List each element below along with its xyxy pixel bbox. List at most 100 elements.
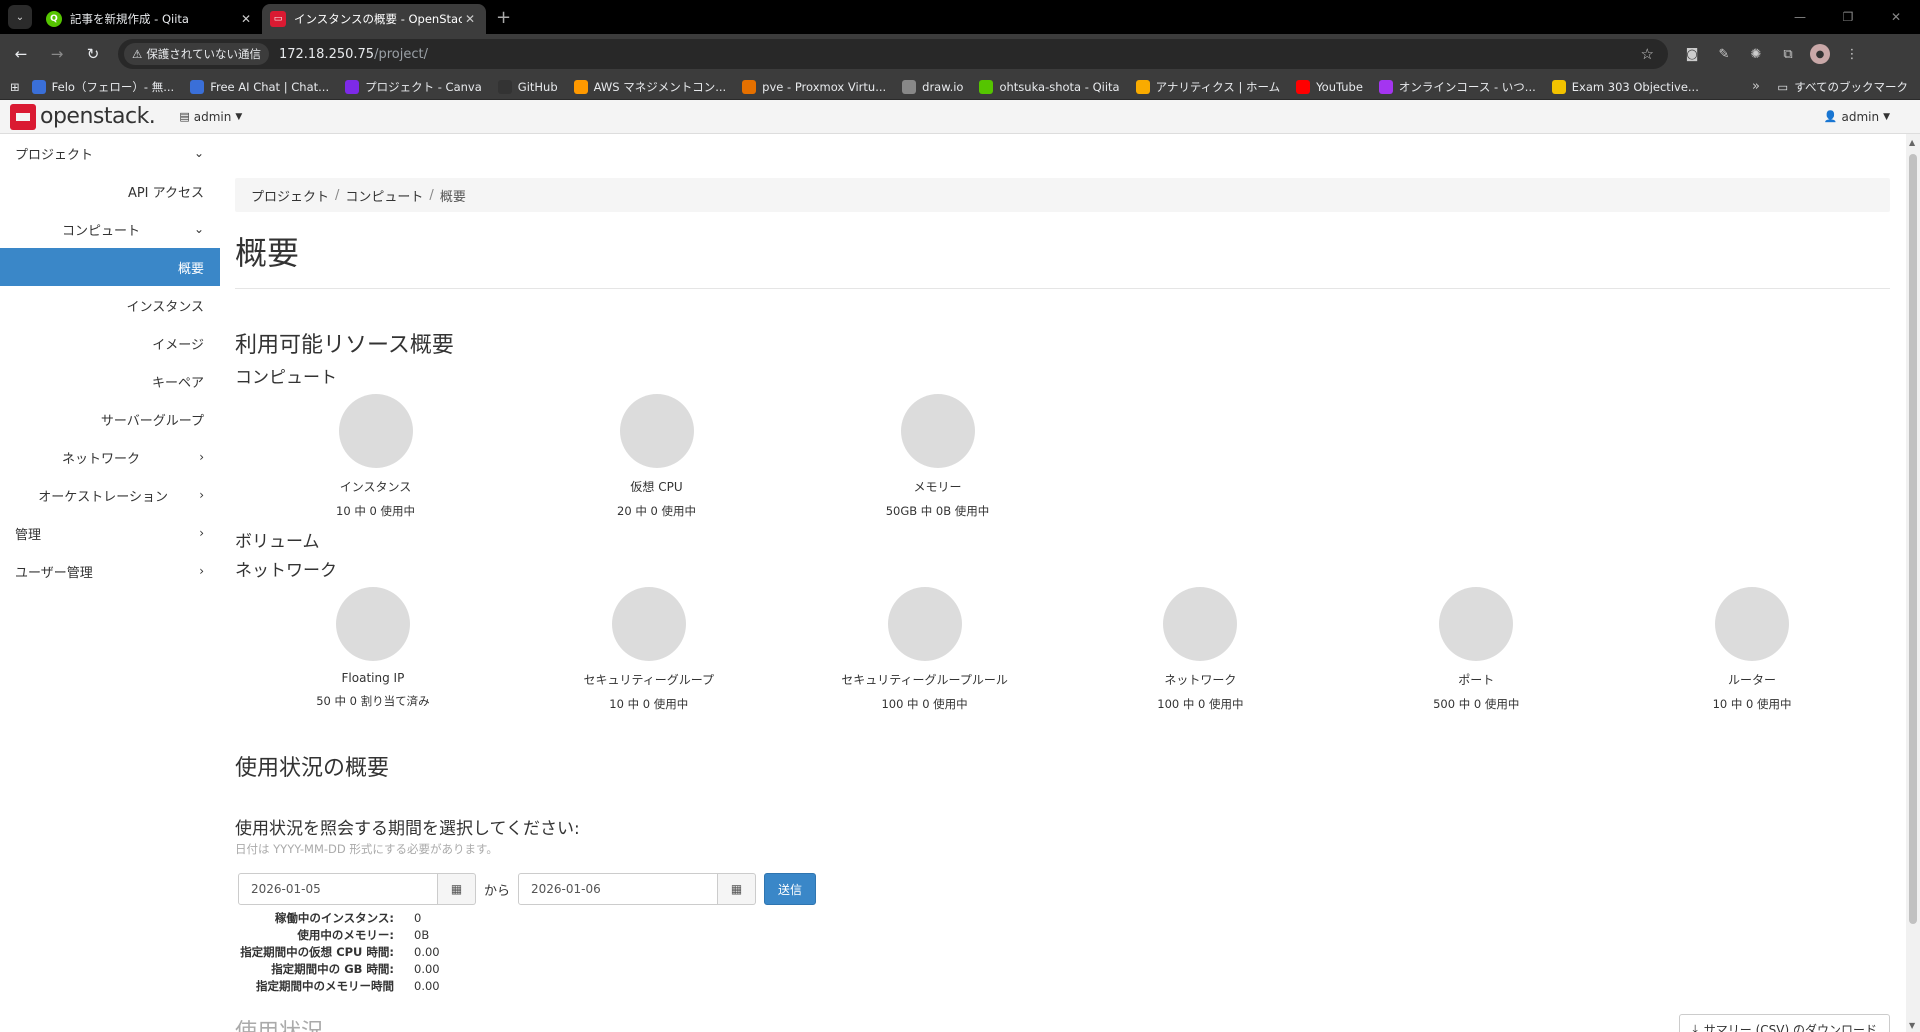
sidebar-item-label: プロジェクト	[15, 147, 94, 163]
openstack-logo[interactable]: openstack.	[10, 103, 156, 130]
sidebar-item-network[interactable]: ネットワーク ›	[0, 438, 220, 476]
bookmark-favicon-icon	[902, 79, 917, 94]
bookmark-label: プロジェクト - Canva	[365, 79, 482, 94]
user-dropdown[interactable]: 👤 admin ▼	[1824, 110, 1890, 124]
bookmark-item[interactable]: オンラインコース - いつ...	[1378, 79, 1536, 95]
new-tab-icon[interactable]: +	[496, 7, 511, 28]
forward-icon[interactable]: →	[42, 39, 72, 69]
bookmark-item[interactable]: YouTube	[1296, 79, 1363, 95]
caret-down-icon: ▼	[235, 111, 243, 122]
page-scrollbar[interactable]: ▲ ▼	[1906, 134, 1920, 1032]
bookmark-favicon-icon	[1378, 79, 1393, 94]
bookmark-item[interactable]: pve - Proxmox Virtu...	[742, 79, 886, 95]
limit-summary-title: 利用可能リソース概要	[235, 333, 454, 358]
apps-grid-icon[interactable]: ⊞	[10, 80, 20, 94]
sidebar-item-api-access[interactable]: API アクセス	[0, 172, 220, 210]
bookmark-star-icon[interactable]: ☆	[1641, 45, 1654, 63]
breadcrumb-compute[interactable]: コンピュート	[345, 186, 423, 205]
sidebar-item-keypairs[interactable]: キーペア	[0, 362, 220, 400]
security-chip[interactable]: ⚠ 保護されていない通信	[124, 43, 269, 65]
bookmark-label: GitHub	[517, 79, 558, 94]
close-icon[interactable]: ✕	[238, 12, 254, 26]
openstack-logo-icon	[10, 103, 36, 130]
usage-stat-key: 使用中のメモリー:	[297, 927, 394, 942]
more-bookmarks-icon[interactable]: »	[1752, 79, 1760, 94]
bookmark-item[interactable]: ohtsuka-shota - Qiita	[979, 79, 1120, 95]
bookmark-favicon-icon	[979, 79, 994, 94]
bookmark-item[interactable]: プロジェクト - Canva	[345, 79, 482, 95]
scrollbar-thumb[interactable]	[1909, 154, 1917, 924]
usage-subtitle: 使用状況	[235, 1014, 323, 1032]
sidebar-item-admin[interactable]: 管理 ›	[0, 514, 220, 552]
bookmark-item[interactable]: draw.io	[902, 79, 963, 95]
bookmark-label: Free AI Chat | Chat...	[210, 79, 330, 94]
kebab-menu-icon[interactable]: ⋮	[1842, 44, 1862, 64]
sidebar-item-compute[interactable]: コンピュート ⌄	[0, 210, 220, 248]
address-bar[interactable]: ⚠ 保護されていない通信 172.18.250.75/project/ ☆	[118, 39, 1668, 69]
sidebar-item-overview[interactable]: 概要	[0, 248, 220, 286]
project-dropdown[interactable]: ▤ admin ▼	[179, 110, 242, 124]
period-title: 使用状況を照会する期間を選択してください:	[235, 819, 580, 839]
close-icon[interactable]: ✕	[462, 12, 478, 26]
profile-avatar-icon[interactable]: ●	[1810, 44, 1830, 64]
camera-icon[interactable]: ◙	[1682, 44, 1702, 64]
all-bookmarks-label: すべてのブックマーク	[1794, 79, 1908, 94]
puzzle-icon[interactable]: ⧉	[1778, 44, 1798, 64]
download-csv-label: サマリー (CSV) のダウンロード	[1703, 1022, 1877, 1032]
project-list-icon: ▤	[179, 110, 190, 123]
restore-icon[interactable]: ❐	[1824, 0, 1872, 34]
end-date-input[interactable]: 2026-01-06	[518, 873, 719, 905]
breadcrumb-separator: /	[335, 187, 340, 203]
window-close-icon[interactable]: ✕	[1872, 0, 1920, 34]
user-icon: 👤	[1823, 110, 1838, 123]
ai-extension-icon[interactable]: ✺	[1746, 44, 1766, 64]
reload-icon[interactable]: ↻	[78, 39, 108, 69]
sidebar-item-orchestration[interactable]: オーケストレーション ›	[0, 476, 220, 514]
quota-label: 仮想 CPU	[630, 480, 683, 494]
url-text[interactable]: 172.18.250.75/project/	[279, 47, 1641, 62]
quota-pie: ルーター 10 中 0 使用中	[1614, 587, 1890, 712]
openstack-header: openstack. ▤ admin ▼ 👤 admin ▼	[0, 100, 1920, 134]
bookmark-favicon-icon	[31, 79, 46, 94]
quota-label: インスタンス	[339, 480, 412, 494]
tab-title: 記事を新規作成 - Qiita	[70, 12, 189, 26]
quota-usage: 50 中 0 割り当て済み	[316, 694, 430, 708]
bookmark-item[interactable]: Free AI Chat | Chat...	[190, 79, 329, 95]
bookmark-item[interactable]: Felo（フェロー）- 無...	[31, 79, 174, 95]
sidebar-item-project[interactable]: プロジェクト ⌄	[0, 134, 220, 172]
quota-pie-chart	[611, 587, 686, 661]
scroll-up-icon[interactable]: ▲	[1909, 138, 1915, 147]
back-icon[interactable]: ←	[6, 39, 36, 69]
minimize-icon[interactable]: —	[1776, 0, 1824, 34]
browser-tab-openstack[interactable]: ▭ インスタンスの概要 - OpenStack D ✕	[262, 4, 486, 34]
all-bookmarks-folder[interactable]: ▭ すべてのブックマーク	[1777, 79, 1908, 95]
scroll-down-icon[interactable]: ▼	[1909, 1021, 1915, 1030]
bookmark-item[interactable]: GitHub	[497, 79, 558, 95]
tab-search-icon[interactable]: ⌄	[8, 5, 32, 29]
bookmark-item[interactable]: アナリティクス | ホーム	[1135, 79, 1281, 95]
browser-tab-qiita[interactable]: Q 記事を新規作成 - Qiita ✕	[38, 4, 262, 34]
bookmark-label: Exam 303 Objective...	[1571, 79, 1699, 94]
bookmark-item[interactable]: Exam 303 Objective...	[1551, 79, 1699, 95]
pen-icon[interactable]: ✎	[1714, 44, 1734, 64]
breadcrumb-project[interactable]: プロジェクト	[251, 186, 329, 205]
calendar-icon[interactable]: ▦	[438, 873, 476, 905]
quota-label: セキュリティーグループルール	[841, 673, 1008, 687]
sidebar-item-images[interactable]: イメージ	[0, 324, 220, 362]
sidebar: プロジェクト ⌄ API アクセス コンピュート ⌄ 概要 インスタンス イメー…	[0, 134, 220, 1032]
bookmark-label: アナリティクス | ホーム	[1155, 79, 1281, 94]
sidebar-item-identity[interactable]: ユーザー管理 ›	[0, 552, 220, 590]
quota-usage: 100 中 0 使用中	[881, 697, 968, 711]
bookmark-item[interactable]: AWS マネジメントコン...	[573, 79, 726, 95]
calendar-icon[interactable]: ▦	[718, 873, 757, 905]
usage-stat-row: 稼働中のインスタンス: 0	[238, 909, 1890, 926]
bookmark-label: オンラインコース - いつ...	[1398, 79, 1536, 94]
quota-usage: 500 中 0 使用中	[1433, 697, 1520, 711]
sidebar-item-instances[interactable]: インスタンス	[0, 286, 220, 324]
submit-button[interactable]: 送信	[764, 873, 817, 905]
quota-pie: ポート 500 中 0 使用中	[1338, 587, 1614, 712]
download-csv-button[interactable]: ⤓ サマリー (CSV) のダウンロード	[1679, 1014, 1890, 1032]
start-date-input[interactable]: 2026-01-05	[238, 873, 438, 905]
sidebar-item-server-groups[interactable]: サーバーグループ	[0, 400, 220, 438]
quota-label: ネットワーク	[1164, 673, 1237, 687]
